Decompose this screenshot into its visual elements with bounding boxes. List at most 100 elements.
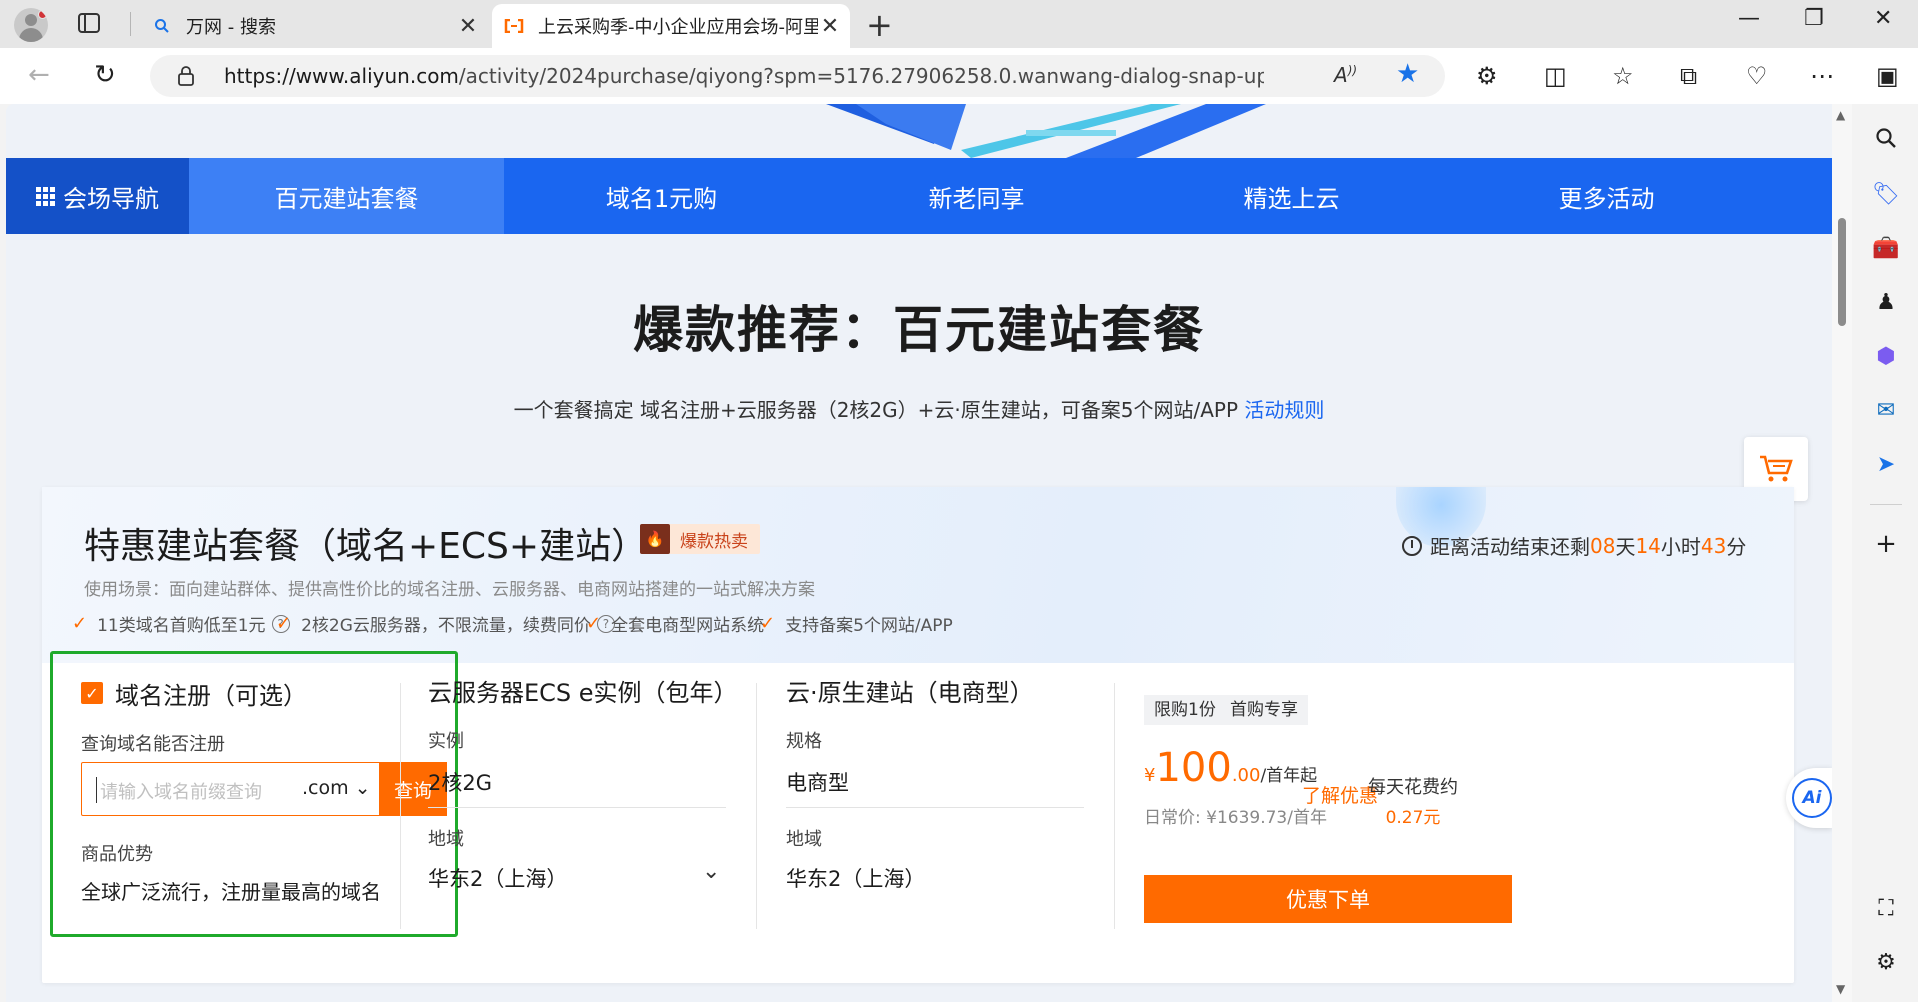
shopping-tag-icon[interactable]: 🏷 xyxy=(1872,180,1900,208)
rules-link[interactable]: 活动规则 xyxy=(1244,398,1324,422)
tab-title: 万网 - 搜索 xyxy=(186,17,276,38)
check-icon: ✓ xyxy=(276,613,292,634)
instance-label: 实例 xyxy=(428,731,464,752)
spec-label: 规格 xyxy=(786,731,822,752)
domain-heading: 域名注册（可选） xyxy=(115,682,307,710)
address-bar[interactable]: https://www.aliyun.com/activity/2024purc… xyxy=(150,55,1445,97)
divider xyxy=(756,683,757,929)
outlook-icon[interactable]: ✉ xyxy=(1872,396,1900,424)
section-title: 爆款推荐：百元建站套餐 xyxy=(633,301,1205,359)
close-tab-icon[interactable]: ✕ xyxy=(456,14,480,39)
tld-select[interactable]: .com ⌄ xyxy=(302,777,371,799)
instance-value: 2核2G xyxy=(428,771,492,795)
domain-query-label: 查询域名能否注册 xyxy=(81,734,225,755)
copilot-icon[interactable]: ⬢ xyxy=(1872,342,1900,370)
advantage-text: 全球广泛流行，注册量最高的域名 xyxy=(81,880,381,904)
send-icon[interactable]: ➤ xyxy=(1872,450,1900,478)
chevron-down-icon[interactable]: ⌄ xyxy=(702,859,720,884)
banner-art xyxy=(6,104,1832,158)
favorite-star-icon[interactable]: ★ xyxy=(1396,59,1419,89)
page-nav: 会场导航 百元建站套餐 域名1元购 新老同享 精选上云 更多活动 xyxy=(6,158,1832,234)
site-region-value: 华东2（上海） xyxy=(786,867,926,891)
ecs-heading: 云服务器ECS e实例（包年） xyxy=(428,679,738,707)
games-icon[interactable]: ♟ xyxy=(1872,288,1900,316)
nav-more-activities[interactable]: 更多活动 xyxy=(1449,158,1764,234)
price: ¥100.00/首年起 xyxy=(1144,745,1318,791)
check-icon: ✓ xyxy=(72,613,88,634)
profile-avatar[interactable] xyxy=(14,8,48,42)
divider xyxy=(1114,683,1115,929)
collections-icon[interactable]: ⧉ xyxy=(1680,62,1697,90)
feature-item: ✓ 2核2G云服务器，不限流量，续费同价? xyxy=(276,611,615,636)
spec-value: 电商型 xyxy=(786,771,849,795)
domain-checkbox[interactable]: ✓ xyxy=(81,682,103,704)
nav-new-old-users[interactable]: 新老同享 xyxy=(819,158,1134,234)
domain-section: ✓ 域名注册（可选） 查询域名能否注册 请输入域名前缀查询 .com ⌄ 查询 … xyxy=(50,651,458,937)
scroll-down-icon[interactable]: ▼ xyxy=(1836,982,1845,996)
advantage-label: 商品优势 xyxy=(81,844,153,865)
check-icon: ✓ xyxy=(586,613,602,634)
feature-item: ✓ 支持备案5个网站/APP xyxy=(760,613,953,636)
nav-venue-guide[interactable]: 会场导航 xyxy=(6,158,189,234)
site-region-label: 地域 xyxy=(786,829,822,850)
page-viewport: 会场导航 百元建站套餐 域名1元购 新老同享 精选上云 更多活动 爆款推荐：百元… xyxy=(6,104,1832,1002)
nav-domain-1yuan[interactable]: 域名1元购 xyxy=(504,158,819,234)
ecs-region-select[interactable]: 华东2（上海） xyxy=(428,863,567,893)
tab-search[interactable]: 万网 - 搜索 ✕ xyxy=(140,4,488,48)
back-icon[interactable]: ← xyxy=(28,60,50,90)
feature-item: ✓ 全套电商型网站系统 xyxy=(586,613,765,636)
close-window-icon[interactable]: ✕ xyxy=(1874,6,1892,31)
chevron-down-icon: ⌄ xyxy=(354,777,371,799)
scroll-up-icon[interactable]: ▲ xyxy=(1836,108,1845,122)
ecs-region-label: 地域 xyxy=(428,829,464,850)
close-tab-icon[interactable]: ✕ xyxy=(818,14,842,39)
site-heading: 云·原生建站（电商型） xyxy=(786,679,1034,707)
tab-actions-icon[interactable] xyxy=(78,13,100,33)
search-icon[interactable] xyxy=(1872,124,1900,152)
settings-gear-icon[interactable]: ⚙ xyxy=(1872,948,1900,976)
card-title: 特惠建站套餐（域名+ECS+建站） xyxy=(84,526,648,567)
first-purchase-tag: 首购专享 xyxy=(1220,695,1308,725)
package-card: 特惠建站套餐（域名+ECS+建站） 🔥 爆款热卖 使用场景：面向建站群体、提供高… xyxy=(42,487,1794,983)
performance-icon[interactable]: ♡ xyxy=(1746,62,1768,90)
tab-strip: 万网 - 搜索 ✕ 上云采购季-中小企业应用会场-阿里云 ✕ + — ❐ ✕ xyxy=(0,0,1918,48)
nav-site-package[interactable]: 百元建站套餐 xyxy=(189,158,504,234)
nav-featured-cloud[interactable]: 精选上云 xyxy=(1134,158,1449,234)
limit-tag: 限购1份 xyxy=(1144,695,1226,725)
tools-icon[interactable]: 🧰 xyxy=(1872,234,1900,262)
split-screen-icon[interactable]: ◫ xyxy=(1544,62,1567,90)
cart-icon xyxy=(1760,455,1793,482)
tab-aliyun[interactable]: 上云采购季-中小企业应用会场-阿里云 ✕ xyxy=(492,4,850,48)
original-price: 日常价: ¥1639.73/首年 xyxy=(1144,808,1327,828)
sidebar-toggle-icon[interactable]: ▣ xyxy=(1876,62,1899,90)
new-tab-icon[interactable]: + xyxy=(866,6,893,44)
edge-sidebar: 🏷 🧰 ♟ ⬢ ✉ ➤ + ⛶ ⚙ xyxy=(1852,104,1918,1002)
url-text: https://www.aliyun.com/activity/2024purc… xyxy=(224,64,1264,88)
domain-search-input[interactable]: 请输入域名前缀查询 xyxy=(100,778,262,804)
screenshot-icon[interactable]: ⛶ xyxy=(1872,894,1900,922)
fire-icon: 🔥 xyxy=(640,524,670,554)
restore-icon[interactable]: ❐ xyxy=(1804,6,1824,31)
read-aloud-icon[interactable]: A)) xyxy=(1334,63,1357,87)
ai-icon: Ai xyxy=(1792,778,1832,818)
card-header: 特惠建站套餐（域名+ECS+建站） 🔥 爆款热卖 使用场景：面向建站群体、提供高… xyxy=(42,487,1794,663)
aliyun-logo-icon xyxy=(504,16,524,36)
tab-title: 上云采购季-中小企业应用会场-阿里云 xyxy=(538,17,818,38)
lock-icon xyxy=(178,66,194,86)
usage-scenario: 使用场景：面向建站群体、提供高性价比的域名注册、云服务器、电商网站搭建的一站式解… xyxy=(84,580,815,600)
more-menu-icon[interactable]: ⋯ xyxy=(1810,62,1834,90)
favorites-icon[interactable]: ☆ xyxy=(1612,62,1634,90)
domain-search: 请输入域名前缀查询 .com ⌄ 查询 xyxy=(81,762,447,816)
scroll-thumb[interactable] xyxy=(1838,218,1846,326)
divider xyxy=(130,12,131,36)
refresh-icon[interactable]: ↻ xyxy=(94,60,116,90)
extensions-icon[interactable]: ⚙ xyxy=(1476,62,1498,90)
divider xyxy=(400,683,401,929)
scrollbar[interactable]: ▲ ▼ xyxy=(1832,104,1852,1002)
countdown: 距离活动结束还剩 08 天 14 小时 43 分 xyxy=(1402,531,1746,560)
check-icon: ✓ xyxy=(760,613,776,634)
add-icon[interactable]: + xyxy=(1872,529,1900,559)
grid-icon xyxy=(36,186,55,206)
order-button[interactable]: 优惠下单 xyxy=(1144,875,1512,923)
minimize-icon[interactable]: — xyxy=(1738,6,1760,31)
